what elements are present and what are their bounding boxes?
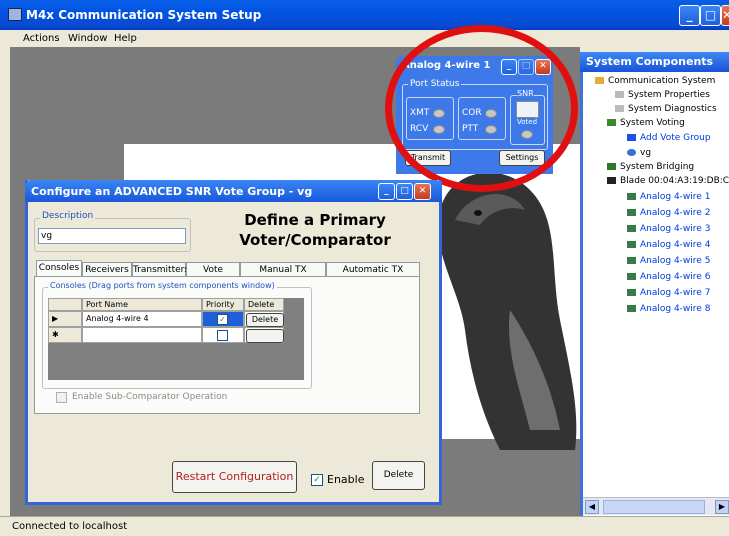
components-hscrollbar[interactable]: ◀ ▶ <box>583 497 729 515</box>
network-icon <box>595 77 604 84</box>
tree-item-system-diagnostics[interactable]: System Diagnostics <box>615 103 717 115</box>
tree-item-system-properties[interactable]: System Properties <box>615 89 710 101</box>
scroll-left-icon[interactable]: ◀ <box>585 500 599 514</box>
blade-icon <box>607 177 616 184</box>
table-row-port-name[interactable]: Analog 4-wire 4 <box>82 311 202 327</box>
vote-group-icon <box>627 149 636 156</box>
tree-item-system-voting[interactable]: System Voting <box>607 117 685 129</box>
menu-help[interactable]: Help <box>114 33 137 44</box>
maximize-button[interactable]: □ <box>700 5 721 26</box>
configure-title: Configure an ADVANCED SNR Vote Group - v… <box>31 185 313 198</box>
port-icon <box>627 193 636 200</box>
highlight-circle <box>385 25 578 192</box>
add-icon <box>627 134 636 141</box>
priority-checkbox[interactable]: ✓ <box>217 314 228 325</box>
col-port-name: Port Name <box>82 298 202 311</box>
port-icon <box>627 257 636 264</box>
properties-icon <box>615 91 624 98</box>
heading-line1: Define a Primary <box>244 211 386 229</box>
tree-item-analog-7[interactable]: Analog 4-wire 7 <box>627 287 710 299</box>
scroll-thumb[interactable] <box>603 500 705 514</box>
components-tree: Communication System System Properties S… <box>585 75 729 495</box>
new-row-priority-cell <box>202 327 244 343</box>
configure-minimize-button[interactable]: _ <box>378 183 395 200</box>
tree-item-analog-2[interactable]: Analog 4-wire 2 <box>627 207 710 219</box>
statusbar: Connected to localhost <box>0 516 729 536</box>
new-priority-checkbox[interactable] <box>217 330 228 341</box>
menu-window[interactable]: Window <box>68 33 107 44</box>
bridge-icon <box>607 163 616 170</box>
port-icon <box>627 225 636 232</box>
col-delete: Delete <box>244 298 284 311</box>
configure-close-button[interactable]: ✕ <box>414 183 431 200</box>
menubar <box>0 30 729 46</box>
col-priority: Priority <box>202 298 244 311</box>
tree-item-analog-1[interactable]: Analog 4-wire 1 <box>627 191 710 203</box>
row-header-corner <box>48 298 82 311</box>
components-titlebar: System Components <box>580 52 729 72</box>
close-button[interactable]: ✕ <box>721 5 729 26</box>
main-titlebar: M4x Communication System Setup _ □ ✕ <box>0 0 729 30</box>
tree-item-vg[interactable]: vg <box>627 147 651 159</box>
tree-item-system-bridging[interactable]: System Bridging <box>607 161 694 173</box>
tree-item-analog-6[interactable]: Analog 4-wire 6 <box>627 271 710 283</box>
enable-checkbox[interactable]: ✓ <box>311 474 323 486</box>
tree-item-blade[interactable]: Blade 00:04:A3:19:DB:C4 <box>607 175 729 187</box>
tab-transmitters[interactable]: Transmitters <box>132 262 189 277</box>
tree-item-analog-3[interactable]: Analog 4-wire 3 <box>627 223 710 235</box>
tree-item-analog-5[interactable]: Analog 4-wire 5 <box>627 255 710 267</box>
port-icon <box>627 209 636 216</box>
sub-comparator-checkbox[interactable] <box>56 392 67 403</box>
heading-line2: Voter/Comparator <box>239 231 391 249</box>
new-row-delete-button[interactable] <box>246 329 284 343</box>
minimize-button[interactable]: _ <box>679 5 700 26</box>
diagnostics-icon <box>615 105 624 112</box>
row-delete-button[interactable]: Delete <box>246 313 284 327</box>
app-title: M4x Communication System Setup <box>26 8 262 22</box>
new-row-delete-cell <box>244 327 284 343</box>
components-title: System Components <box>586 55 714 68</box>
tree-item-communication-system[interactable]: Communication System <box>595 75 715 87</box>
tree-item-add-vote-group[interactable]: Add Vote Group <box>627 132 711 144</box>
table-row-delete-cell: Delete <box>244 311 284 327</box>
voting-icon <box>607 119 616 126</box>
tree-item-analog-8[interactable]: Analog 4-wire 8 <box>627 303 710 315</box>
tab-receivers[interactable]: Receivers <box>82 262 132 277</box>
restart-configuration-button[interactable]: Restart Configuration <box>172 461 297 493</box>
delete-group-button[interactable]: Delete <box>372 461 425 490</box>
new-row-port-name[interactable] <box>82 327 202 343</box>
tab-vote-timers[interactable]: Vote Timers <box>186 262 240 289</box>
tab-manual-tx-steering[interactable]: Manual TX Steering <box>240 262 326 289</box>
scroll-right-icon[interactable]: ▶ <box>715 500 729 514</box>
status-text: Connected to localhost <box>12 521 128 532</box>
description-label: Description <box>40 211 96 221</box>
table-row-priority-cell: ✓ <box>202 311 244 327</box>
enable-label: Enable <box>327 473 365 486</box>
sub-comparator-label: Enable Sub-Comparator Operation <box>72 392 228 402</box>
new-row-marker: ✱ <box>48 327 82 343</box>
consoles-group-label: Consoles (Drag ports from system compone… <box>48 281 277 290</box>
port-icon <box>627 305 636 312</box>
menu-actions[interactable]: Actions <box>23 33 60 44</box>
port-icon <box>627 289 636 296</box>
tab-automatic-tx-steering[interactable]: Automatic TX Steering <box>326 262 420 289</box>
configure-maximize-button[interactable]: □ <box>396 183 413 200</box>
tree-item-analog-4[interactable]: Analog 4-wire 4 <box>627 239 710 251</box>
description-input[interactable] <box>38 228 186 244</box>
app-icon <box>8 8 22 21</box>
port-icon <box>627 273 636 280</box>
row-marker: ▶ <box>48 311 82 327</box>
port-icon <box>627 241 636 248</box>
